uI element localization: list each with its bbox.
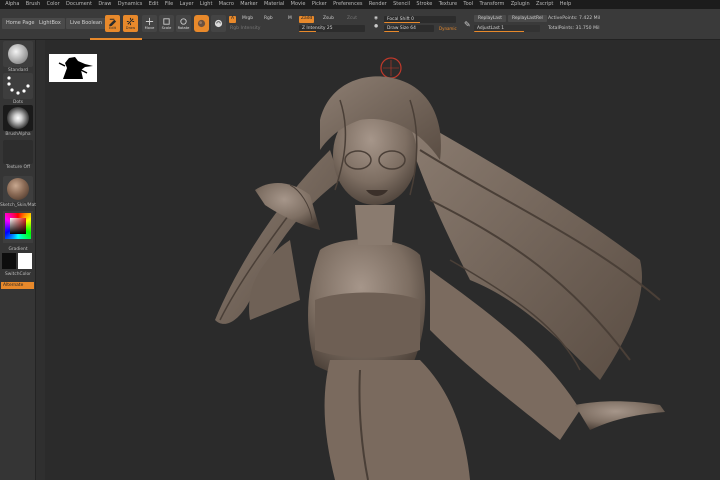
menu-item-tool[interactable]: Tool	[460, 0, 476, 9]
secondary-color-swatch[interactable]	[18, 253, 32, 269]
focal-shift-slider[interactable]: Focal Shift 0	[384, 16, 456, 23]
color-square[interactable]	[10, 218, 26, 234]
focal-shift-fill	[384, 21, 420, 23]
adjust-last-fill	[474, 30, 524, 32]
z-intensity-slider[interactable]: Z Intensity 25	[299, 25, 365, 32]
tray-divider	[36, 40, 45, 480]
standard-brush-icon	[8, 44, 28, 64]
menu-item-light[interactable]: Light	[197, 0, 216, 9]
menu-item-stroke[interactable]: Stroke	[413, 0, 435, 9]
sculpt-model[interactable]	[45, 40, 720, 480]
replay-last-button[interactable]: ReplayLast	[474, 15, 506, 22]
switch-color-button[interactable]: SwitchColor	[2, 271, 34, 277]
brush-alpha-icon	[7, 107, 29, 129]
live-boolean-button[interactable]: Live Boolean	[66, 18, 107, 29]
swirl-icon	[214, 19, 223, 28]
dynamic-toggle[interactable]: Dynamic	[439, 26, 457, 31]
menu-item-render[interactable]: Render	[366, 0, 390, 9]
menu-item-movie[interactable]: Movie	[287, 0, 308, 9]
top-shelf: Home Page LightBox Live Boolean Edit Dra…	[0, 9, 720, 40]
menu-item-layer[interactable]: Layer	[176, 0, 196, 9]
zadd-toggle[interactable]: Zadd	[299, 16, 315, 23]
alternate-button[interactable]: Alternate	[1, 282, 34, 289]
menu-item-zscript[interactable]: Zscript	[533, 0, 557, 9]
draw-size-slider[interactable]: Draw Size 64	[384, 25, 434, 32]
main-color-swatch[interactable]	[2, 253, 16, 269]
menu-item-alpha[interactable]: Alpha	[2, 0, 23, 9]
z-intensity-fill	[299, 30, 316, 32]
home-page-button[interactable]: Home Page	[2, 18, 39, 29]
menu-item-preferences[interactable]: Preferences	[330, 0, 366, 9]
zcut-toggle[interactable]: Zcut	[345, 16, 359, 23]
menu-item-file[interactable]: File	[162, 0, 177, 9]
color-swatches	[2, 253, 34, 269]
m-toggle[interactable]: M	[286, 16, 294, 23]
a-toggle[interactable]: A	[229, 16, 237, 23]
draw-size-icon: ●	[374, 24, 379, 29]
color-picker[interactable]	[2, 211, 34, 243]
material-button[interactable]	[194, 15, 209, 32]
menu-item-picker[interactable]: Picker	[309, 0, 330, 9]
material-button-tray[interactable]: Sketch_Skin/Mat	[0, 176, 36, 208]
menu-item-material[interactable]: Material	[261, 0, 288, 9]
menu-item-color[interactable]: Color	[43, 0, 62, 9]
active-points-label: ActivePoints: 7.422 Mil	[548, 16, 601, 21]
material-sphere-icon	[197, 19, 206, 28]
zsub-toggle[interactable]: Zsub	[321, 16, 336, 23]
rotate-icon	[180, 18, 187, 25]
dots-stroke-icon	[7, 76, 30, 95]
draw-size-fill	[384, 30, 399, 32]
material-sphere-icon	[7, 178, 29, 200]
scale-icon	[163, 18, 170, 25]
left-tray: Standard Dots BrushAlpha Texture Off Ske…	[0, 40, 36, 480]
menu-item-edit[interactable]: Edit	[146, 0, 162, 9]
gradient-label: Gradient	[8, 247, 28, 252]
brush-alpha-button[interactable]: BrushAlpha	[2, 105, 34, 137]
standard-brush-button[interactable]: Standard	[2, 41, 34, 73]
menu-item-texture[interactable]: Texture	[436, 0, 461, 9]
menu-item-transform[interactable]: Transform	[476, 0, 507, 9]
rotate-button[interactable]: Rotate	[176, 15, 191, 32]
menu-item-document[interactable]: Document	[63, 0, 95, 9]
texture-off-icon	[3, 140, 33, 164]
mrgb-toggle[interactable]: Mrgb	[240, 16, 255, 23]
focal-shift-icon: ◉	[374, 16, 379, 21]
menu-item-stencil[interactable]: Stencil	[390, 0, 413, 9]
scale-button[interactable]: Scale	[159, 15, 174, 32]
replay-last-rel-button[interactable]: ReplayLastRel	[508, 15, 547, 22]
total-points-label: TotalPoints: 31.750 Mil	[548, 26, 600, 31]
rgb-intensity-label[interactable]: Rgb Intensity	[230, 26, 260, 31]
menu-bar: Alpha Brush Color Document Draw Dynamics Edit F…	[0, 0, 720, 9]
color-button[interactable]	[211, 15, 226, 32]
texture-button[interactable]: Texture Off	[2, 140, 34, 170]
menu-item-help[interactable]: Help	[557, 0, 575, 9]
dots-stroke-button[interactable]: Dots	[2, 73, 34, 105]
move-icon	[145, 17, 154, 26]
canvas-viewport[interactable]	[45, 40, 720, 480]
adjust-last-slider[interactable]: AdjustLast 1	[474, 25, 540, 32]
lightbox-button[interactable]: LightBox	[35, 18, 65, 29]
edit-button[interactable]: Edit	[105, 15, 120, 32]
menu-item-zplugin[interactable]: Zplugin	[508, 0, 533, 9]
menu-item-brush[interactable]: Brush	[23, 0, 44, 9]
menu-item-macro[interactable]: Macro	[216, 0, 238, 9]
edit-icon	[108, 18, 117, 26]
rgb-toggle[interactable]: Rgb	[262, 16, 275, 23]
move-button[interactable]: Move	[142, 15, 157, 32]
brush-pen-icon[interactable]: ✎	[464, 20, 471, 29]
draw-icon	[126, 17, 135, 26]
menu-item-dynamics[interactable]: Dynamics	[115, 0, 146, 9]
menu-item-marker[interactable]: Marker	[237, 0, 261, 9]
draw-button[interactable]: Draw	[123, 15, 138, 32]
menu-item-draw[interactable]: Draw	[95, 0, 114, 9]
